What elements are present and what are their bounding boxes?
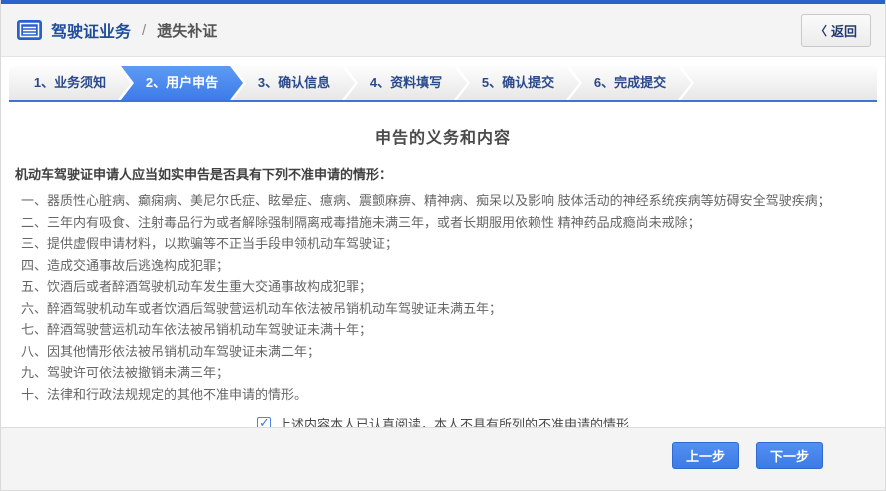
back-chevron-icon: 〈 [814, 23, 827, 38]
card-list-icon [17, 20, 42, 40]
breadcrumb-current: 遗失补证 [157, 22, 218, 40]
step-1-business-notice[interactable]: 1、业务须知 [9, 66, 131, 100]
agreement-row: 上述内容本人已认真阅读，本人不具有所列的不准申请的情形 [1, 414, 885, 427]
agreement-checkbox[interactable] [256, 415, 271, 427]
conditions-list: 一、器质性心脏病、癫痫病、美尼尔氏症、眩晕症、癔病、震颤麻痹、精神病、痴呆以及影… [1, 190, 885, 405]
list-item: 五、饮酒后或者醉酒驾驶机动车发生重大交通事故构成犯罪； [21, 279, 373, 294]
agreement-label: 上述内容本人已认真阅读，本人不具有所列的不准申请的情形 [277, 417, 629, 427]
steps-bar: 1、业务须知 2、用户申告 3、确认信息 4、资料填写 5、确认提交 6、完成提… [9, 66, 877, 102]
steps-filler [681, 66, 877, 100]
header: 驾驶证业务 / 遗失补证 〈 返回 [1, 4, 885, 57]
breadcrumb: 驾驶证业务 / 遗失补证 [17, 18, 217, 42]
back-button[interactable]: 〈 返回 [800, 13, 871, 47]
service-title: 驾驶证业务 [51, 24, 132, 41]
list-item: 三、提供虚假申请材料，以欺骗等不正当手段申领机动车驾驶证； [21, 236, 399, 251]
step-4-fill-materials[interactable]: 4、资料填写 [345, 66, 467, 100]
step-6-complete-submit[interactable]: 6、完成提交 [569, 66, 691, 100]
step-5-confirm-submit[interactable]: 5、确认提交 [457, 66, 579, 100]
list-item: 一、器质性心脏病、癫痫病、美尼尔氏症、眩晕症、癔病、震颤麻痹、精神病、痴呆以及影… [21, 193, 831, 208]
prev-step-button[interactable]: 上一步 [671, 442, 739, 469]
content-area: 申告的义务和内容 机动车驾驶证申请人应当如实申告是否具有下列不准申请的情形： 一… [1, 102, 885, 427]
list-item: 七、醉酒驾驶营运机动车依法被吊销机动车驾驶证未满十年； [21, 322, 373, 337]
list-item: 八、因其他情形依法被吊销机动车驾驶证未满二年； [21, 343, 321, 359]
list-item: 六、醉酒驾驶机动车或者饮酒后驾驶营运机动车依法被吊销机动车驾驶证未满五年； [21, 300, 503, 316]
back-button-label: 返回 [830, 23, 857, 39]
license-service-panel: 驾驶证业务 / 遗失补证 〈 返回 1、业务须知 2、用户申告 3、确认信息 4… [0, 0, 886, 491]
list-item: 十、法律和行政法规规定的其他不准申请的情形。 [21, 386, 308, 402]
list-item: 二、三年内有吸食、注射毒品行为或者解除强制隔离戒毒措施未满三年，或者长期服用依赖… [21, 214, 701, 230]
intro-text: 机动车驾驶证申请人应当如实申告是否具有下列不准申请的情形： [15, 167, 393, 182]
list-item: 九、驾驶许可依法被撤销未满三年； [21, 365, 230, 380]
list-item: 四、造成交通事故后逃逸构成犯罪； [21, 257, 230, 273]
page-title: 申告的义务和内容 [374, 130, 511, 147]
step-3-confirm-info[interactable]: 3、确认信息 [233, 66, 355, 100]
breadcrumb-separator: / [142, 21, 147, 39]
next-step-button[interactable]: 下一步 [755, 442, 823, 469]
step-2-user-declaration[interactable]: 2、用户申告 [121, 66, 243, 100]
footer-bar: 上一步 下一步 [1, 427, 885, 490]
